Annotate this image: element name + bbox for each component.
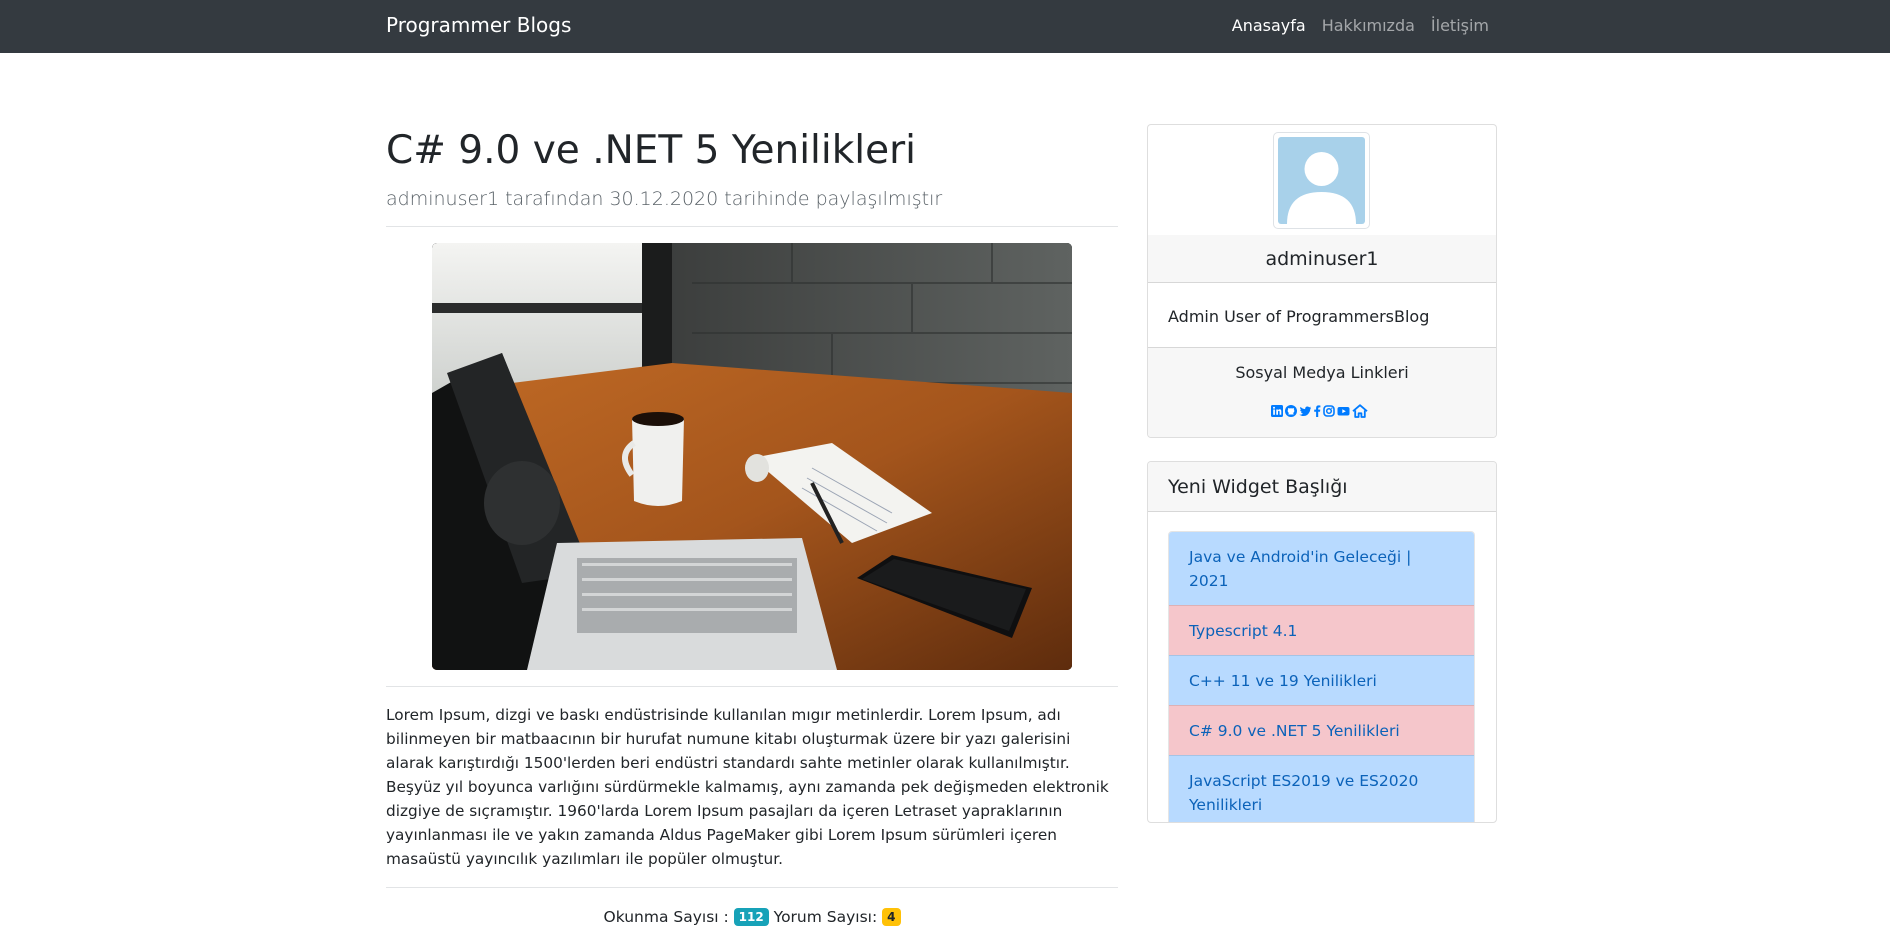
read-count-badge: 112 bbox=[733, 908, 769, 926]
social-icons bbox=[1271, 404, 1368, 418]
profile-name: adminuser1 bbox=[1265, 248, 1379, 270]
profile-social-section: Sosyal Medya Linkleri bbox=[1148, 347, 1496, 437]
widget-card: Yeni Widget Başlığı Java ve Android'in G… bbox=[1147, 461, 1497, 823]
list-item[interactable]: Typescript 4.1 bbox=[1169, 605, 1474, 655]
linkedin-icon[interactable] bbox=[1271, 405, 1283, 417]
nav-link-anasayfa[interactable]: Anasayfa bbox=[1232, 16, 1306, 35]
post-meta: adminuser1 tarafından 30.12.2020 tarihin… bbox=[386, 188, 943, 210]
comment-count-label: Yorum Sayısı: bbox=[773, 908, 878, 926]
instagram-icon[interactable] bbox=[1323, 405, 1335, 417]
profile-description: Admin User of ProgrammersBlog bbox=[1168, 307, 1430, 326]
list-item[interactable]: Java ve Android'in Geleceği | 2021 bbox=[1169, 532, 1474, 605]
post-column: C# 9.0 ve .NET 5 Yenilikleri adminuser1 … bbox=[386, 125, 1118, 926]
avatar bbox=[1273, 132, 1370, 229]
profile-name-row: adminuser1 bbox=[1148, 235, 1496, 283]
widget-article-list: Java ve Android'in Geleceği | 2021 Types… bbox=[1168, 531, 1475, 822]
widget-header: Yeni Widget Başlığı bbox=[1148, 462, 1496, 512]
divider bbox=[386, 226, 1118, 227]
website-home-icon[interactable] bbox=[1352, 404, 1368, 418]
read-count-label: Okunma Sayısı : bbox=[603, 908, 729, 926]
list-item[interactable]: C++ 11 ve 19 Yenilikleri bbox=[1169, 655, 1474, 705]
nav-links: Anasayfa Hakkımızda İletişim bbox=[1232, 16, 1489, 35]
post-title: C# 9.0 ve .NET 5 Yenilikleri bbox=[386, 128, 916, 173]
comment-count-badge: 4 bbox=[882, 908, 901, 926]
social-links-title: Sosyal Medya Linkleri bbox=[1235, 363, 1409, 382]
nav-link-hakkimizda[interactable]: Hakkımızda bbox=[1322, 16, 1415, 35]
widget-title: Yeni Widget Başlığı bbox=[1168, 476, 1348, 498]
workspace-photo bbox=[432, 243, 1072, 670]
post-stats: Okunma Sayısı : 112 Yorum Sayısı: 4 bbox=[386, 908, 1118, 926]
top-navbar: Programmer Blogs Anasayfa Hakkımızda İle… bbox=[0, 0, 1890, 53]
youtube-icon[interactable] bbox=[1337, 405, 1350, 417]
nav-link-iletisim[interactable]: İletişim bbox=[1431, 16, 1489, 35]
github-icon[interactable] bbox=[1285, 405, 1297, 417]
brand-link[interactable]: Programmer Blogs bbox=[386, 13, 571, 37]
profile-card: adminuser1 Admin User of ProgrammersBlog… bbox=[1147, 124, 1497, 438]
post-image bbox=[432, 243, 1072, 670]
list-item[interactable]: JavaScript ES2019 ve ES2020 Yenilikleri bbox=[1169, 755, 1474, 822]
divider bbox=[386, 887, 1118, 888]
twitter-icon[interactable] bbox=[1299, 405, 1312, 417]
post-body: Lorem Ipsum, dizgi ve baskı endüstrisind… bbox=[386, 706, 1109, 868]
list-item[interactable]: C# 9.0 ve .NET 5 Yenilikleri bbox=[1169, 705, 1474, 755]
facebook-icon[interactable] bbox=[1313, 405, 1321, 417]
divider bbox=[386, 686, 1118, 687]
user-avatar-icon bbox=[1278, 137, 1365, 224]
